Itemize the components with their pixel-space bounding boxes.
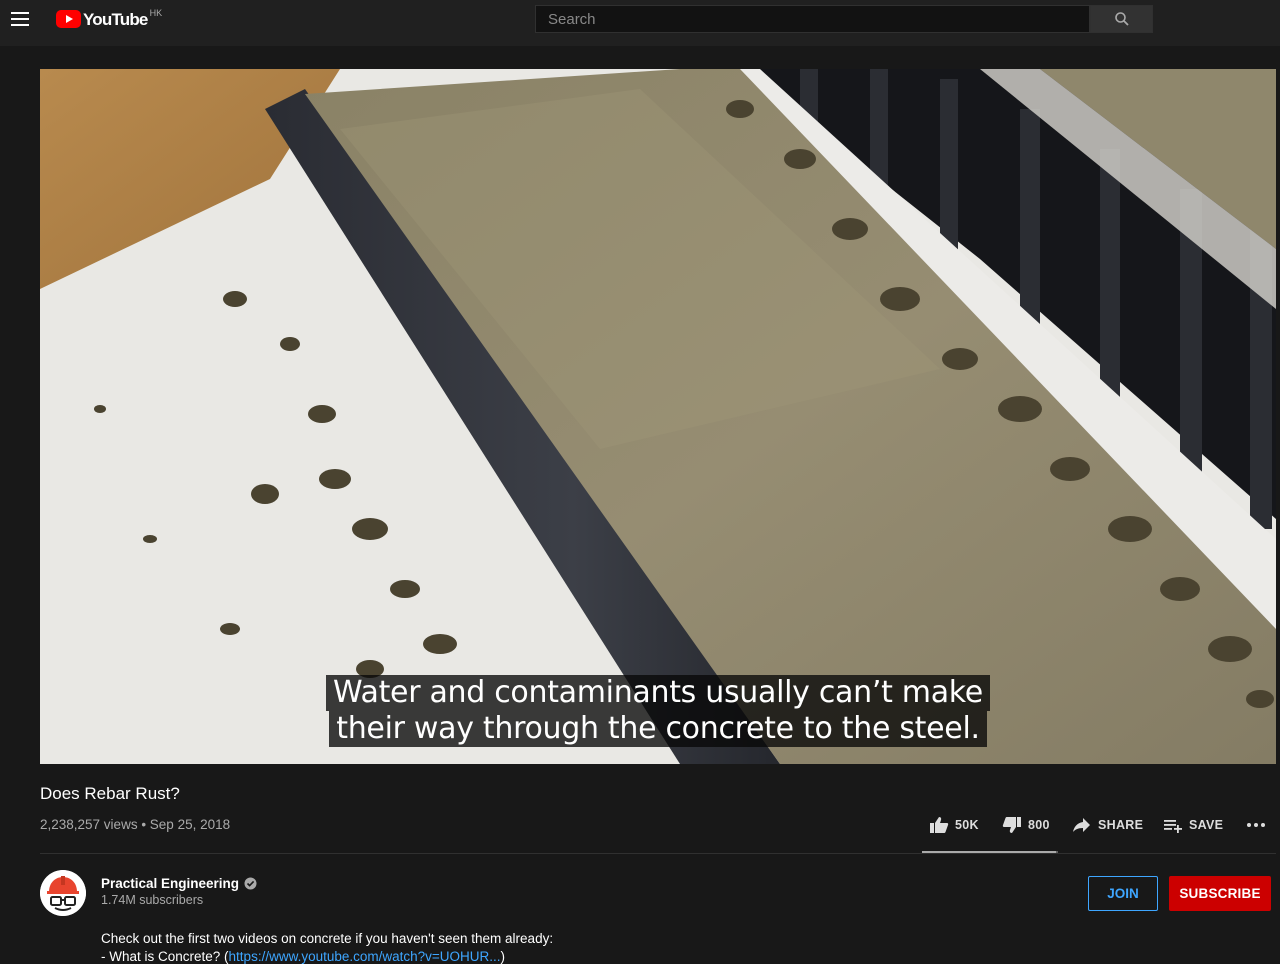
menu-icon[interactable]	[8, 5, 32, 33]
search-input[interactable]: Search	[535, 5, 1090, 33]
save-button[interactable]: SAVE	[1163, 816, 1223, 834]
channel-name-link[interactable]: Practical Engineering	[101, 876, 257, 891]
caption-line-1: Water and contaminants usually can’t mak…	[326, 675, 990, 711]
logo-text: YouTube	[83, 10, 148, 29]
description-suffix: )	[500, 949, 506, 964]
playlist-add-icon	[1164, 820, 1182, 833]
video-player[interactable]: Water and contaminants usually can’t mak…	[40, 69, 1276, 764]
search-button[interactable]	[1090, 5, 1153, 33]
dislike-button[interactable]: 800	[1002, 816, 1050, 834]
youtube-logo[interactable]: YouTube HK	[56, 8, 162, 32]
video-title: Does Rebar Rust?	[40, 784, 180, 803]
search-icon	[1114, 12, 1129, 26]
subscribe-button[interactable]: SUBSCRIBE	[1169, 876, 1271, 911]
video-frame	[40, 69, 1276, 764]
divider	[40, 853, 1276, 854]
youtube-play-icon	[56, 10, 81, 28]
video-meta: 2,238,257 views • Sep 25, 2018	[40, 817, 231, 832]
channel-name: Practical Engineering	[101, 876, 240, 891]
captions: Water and contaminants usually can’t mak…	[40, 675, 1276, 747]
description-link[interactable]: https://www.youtube.com/watch?v=UOHUR...	[229, 949, 501, 964]
more-horiz-icon	[1247, 823, 1265, 827]
thumbs-down-icon	[1002, 817, 1021, 833]
share-button[interactable]: SHARE	[1072, 816, 1143, 834]
dislike-count: 800	[1028, 818, 1050, 832]
thumbs-up-icon	[930, 817, 949, 833]
description-prefix: - What is Concrete? (	[101, 949, 229, 964]
top-bar: YouTube HK Search	[0, 0, 1280, 46]
region-label: HK	[149, 8, 163, 18]
channel-avatar[interactable]	[40, 870, 86, 916]
caption-line-2: their way through the concrete to the st…	[329, 711, 987, 747]
hardhat-logo-icon	[40, 870, 86, 916]
like-button[interactable]: 50K	[929, 816, 979, 834]
share-label: SHARE	[1098, 818, 1144, 832]
subscriber-count: 1.74M subscribers	[101, 893, 204, 907]
description-line-1: Check out the first two videos on concre…	[101, 931, 554, 946]
join-button[interactable]: JOIN	[1088, 876, 1158, 911]
like-count: 50K	[955, 818, 979, 832]
more-actions-button[interactable]	[1246, 815, 1266, 833]
verified-icon	[244, 877, 257, 890]
description-line-2: - What is Concrete? (https://www.youtube…	[101, 949, 505, 964]
share-icon	[1073, 818, 1090, 832]
save-label: SAVE	[1189, 818, 1224, 832]
